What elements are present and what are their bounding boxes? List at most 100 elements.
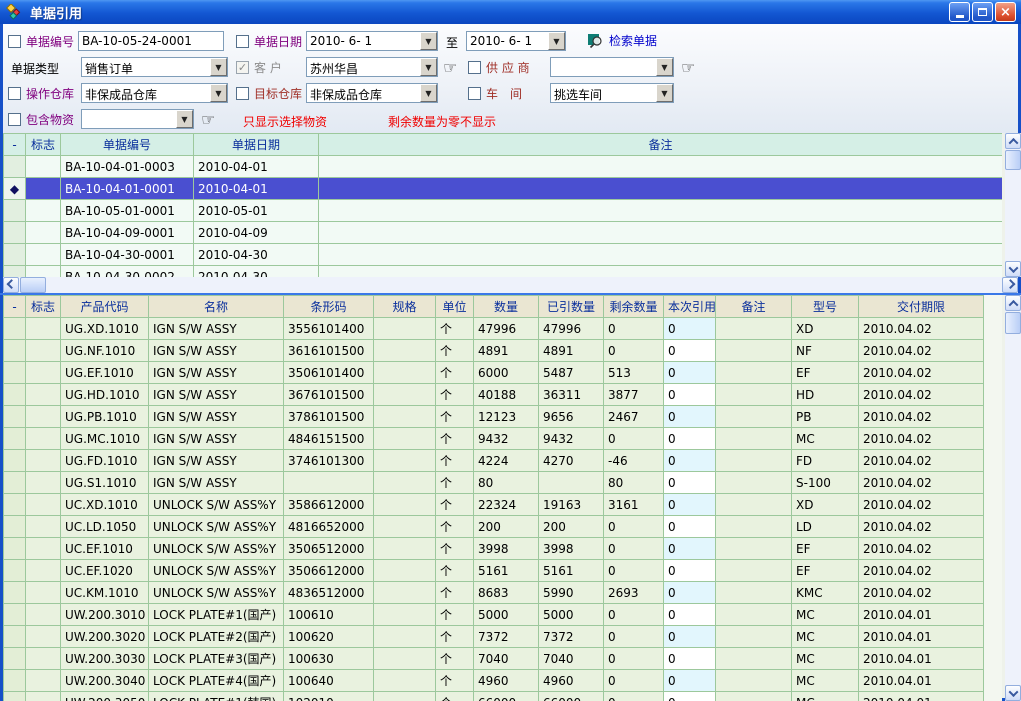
chevron-down-icon[interactable]: ▼ bbox=[210, 84, 227, 102]
current-use-cell[interactable]: 0 bbox=[664, 406, 716, 428]
unit-cell: 个 bbox=[436, 560, 474, 582]
product-row[interactable]: UG.S1.1010IGN S/W ASSY个80800S-1002010.04… bbox=[4, 472, 984, 494]
doc-date-checkbox[interactable] bbox=[236, 35, 249, 48]
document-row[interactable]: ◆BA-10-04-01-00012010-04-01 bbox=[4, 178, 1003, 200]
document-row[interactable]: BA-10-04-09-00012010-04-09 bbox=[4, 222, 1003, 244]
scroll-left-button[interactable] bbox=[3, 277, 19, 293]
spec-cell bbox=[374, 582, 436, 604]
doc-no-input[interactable] bbox=[78, 31, 224, 51]
current-use-cell[interactable]: 0 bbox=[664, 472, 716, 494]
product-row[interactable]: UW.200.3010LOCK PLATE#1(国产)100610个500050… bbox=[4, 604, 984, 626]
supplier-checkbox[interactable] bbox=[468, 61, 481, 74]
product-row[interactable]: UC.LD.1050UNLOCK S/W ASS%Y4816652000个200… bbox=[4, 516, 984, 538]
chevron-down-icon[interactable]: ▼ bbox=[210, 58, 227, 76]
product-row[interactable]: UW.200.3040LOCK PLATE#4(国产)100640个496049… bbox=[4, 670, 984, 692]
chevron-down-icon[interactable]: ▼ bbox=[420, 84, 437, 102]
product-row[interactable]: UG.EF.1010IGN S/W ASSY3506101400个6000548… bbox=[4, 362, 984, 384]
date-to-select[interactable]: 2010- 6- 1 ▼ bbox=[466, 31, 566, 51]
row-marker-cell bbox=[4, 362, 26, 384]
product-row[interactable]: UW.200.3020LOCK PLATE#2(国产)100620个737273… bbox=[4, 626, 984, 648]
scroll-up-button[interactable] bbox=[1005, 133, 1021, 149]
document-row[interactable]: BA-10-04-30-00012010-04-30 bbox=[4, 244, 1003, 266]
supplier-select[interactable]: ▼ bbox=[550, 57, 674, 77]
scroll-down-button[interactable] bbox=[1005, 261, 1021, 277]
current-use-cell[interactable]: 0 bbox=[664, 362, 716, 384]
product-row[interactable]: UC.EF.1020UNLOCK S/W ASS%Y3506612000个516… bbox=[4, 560, 984, 582]
scrollbar-thumb[interactable] bbox=[20, 277, 46, 293]
current-use-cell[interactable]: 0 bbox=[664, 538, 716, 560]
current-use-cell[interactable]: 0 bbox=[664, 648, 716, 670]
hand-pointer-icon[interactable]: ☞ bbox=[681, 60, 695, 76]
customer-select[interactable]: 苏州华昌 ▼ bbox=[306, 57, 438, 77]
model-cell: MC bbox=[792, 648, 859, 670]
flag-cell bbox=[26, 582, 61, 604]
scrollbar-thumb[interactable] bbox=[1005, 150, 1021, 170]
current-use-cell[interactable]: 0 bbox=[664, 692, 716, 701]
include-material-checkbox[interactable] bbox=[8, 113, 21, 126]
chevron-down-icon[interactable]: ▼ bbox=[176, 110, 193, 128]
product-row[interactable]: UW.200.3050LOCK PLATE#1(韩国)102010个660006… bbox=[4, 692, 984, 701]
product-row[interactable]: UC.XD.1010UNLOCK S/W ASS%Y3586612000个223… bbox=[4, 494, 984, 516]
current-use-cell[interactable]: 0 bbox=[664, 670, 716, 692]
chevron-down-icon[interactable]: ▼ bbox=[656, 58, 673, 76]
current-use-cell[interactable]: 0 bbox=[664, 604, 716, 626]
customer-checkbox[interactable] bbox=[236, 61, 249, 74]
include-material-select[interactable]: ▼ bbox=[81, 109, 194, 129]
product-row[interactable]: UG.PB.1010IGN S/W ASSY3786101500个1212396… bbox=[4, 406, 984, 428]
current-use-cell[interactable]: 0 bbox=[664, 340, 716, 362]
product-row[interactable]: UC.KM.1010UNLOCK S/W ASS%Y4836512000个868… bbox=[4, 582, 984, 604]
target-warehouse-checkbox[interactable] bbox=[236, 87, 249, 100]
current-use-cell[interactable]: 0 bbox=[664, 516, 716, 538]
document-row[interactable]: BA-10-05-01-00012010-05-01 bbox=[4, 200, 1003, 222]
chevron-down-icon[interactable]: ▼ bbox=[420, 32, 437, 50]
product-row[interactable]: UG.MC.1010IGN S/W ASSY4846151500个9432943… bbox=[4, 428, 984, 450]
product-row[interactable]: UC.EF.1010UNLOCK S/W ASS%Y3506512000个399… bbox=[4, 538, 984, 560]
chevron-down-icon[interactable]: ▼ bbox=[420, 58, 437, 76]
note-cell bbox=[319, 178, 1003, 200]
op-warehouse-checkbox[interactable] bbox=[8, 87, 21, 100]
product-row[interactable]: UW.200.3030LOCK PLATE#3(国产)100630个704070… bbox=[4, 648, 984, 670]
product-row[interactable]: UG.NF.1010IGN S/W ASSY3616101500个4891489… bbox=[4, 340, 984, 362]
current-use-cell[interactable]: 0 bbox=[664, 494, 716, 516]
deadline-cell: 2010.04.02 bbox=[859, 472, 984, 494]
products-vertical-scrollbar[interactable] bbox=[1005, 295, 1021, 701]
current-use-cell[interactable]: 0 bbox=[664, 582, 716, 604]
current-use-cell[interactable]: 0 bbox=[664, 384, 716, 406]
remaining-qty-cell: 0 bbox=[604, 626, 664, 648]
search-documents-button[interactable]: 检索单据 bbox=[588, 32, 657, 49]
product-row[interactable]: UG.HD.1010IGN S/W ASSY3676101500个4018836… bbox=[4, 384, 984, 406]
note-cell bbox=[319, 200, 1003, 222]
chevron-down-icon[interactable]: ▼ bbox=[548, 32, 565, 50]
date-from-select[interactable]: 2010- 6- 1 ▼ bbox=[306, 31, 438, 51]
barcode-cell: 3586612000 bbox=[284, 494, 374, 516]
hand-pointer-icon[interactable]: ☞ bbox=[443, 60, 457, 76]
hand-pointer-icon[interactable]: ☞ bbox=[201, 112, 215, 128]
doc-type-select[interactable]: 销售订单 ▼ bbox=[81, 57, 228, 77]
document-row[interactable]: BA-10-04-01-00032010-04-01 bbox=[4, 156, 1003, 178]
scroll-down-button[interactable] bbox=[1005, 685, 1021, 701]
close-button[interactable]: × bbox=[995, 2, 1016, 22]
current-use-cell[interactable]: 0 bbox=[664, 428, 716, 450]
documents-vertical-scrollbar[interactable] bbox=[1005, 133, 1021, 277]
maximize-button[interactable] bbox=[972, 2, 993, 22]
doc-no-checkbox[interactable] bbox=[8, 35, 21, 48]
remaining-qty-cell: 0 bbox=[604, 670, 664, 692]
product-row[interactable]: UG.XD.1010IGN S/W ASSY3556101400个4799647… bbox=[4, 318, 984, 340]
product-row[interactable]: UG.FD.1010IGN S/W ASSY3746101300个4224427… bbox=[4, 450, 984, 472]
documents-horizontal-scrollbar[interactable] bbox=[3, 277, 1018, 293]
current-use-cell[interactable]: 0 bbox=[664, 626, 716, 648]
scrollbar-thumb[interactable] bbox=[1005, 312, 1021, 334]
scroll-right-button[interactable] bbox=[1002, 277, 1018, 293]
current-use-cell[interactable]: 0 bbox=[664, 560, 716, 582]
chevron-down-icon[interactable]: ▼ bbox=[656, 84, 673, 102]
qty-cell: 4960 bbox=[474, 670, 539, 692]
minimize-button[interactable] bbox=[949, 2, 970, 22]
document-row[interactable]: BA-10-04-30-00022010-04-30 bbox=[4, 266, 1003, 278]
op-warehouse-select[interactable]: 非保成品仓库 ▼ bbox=[81, 83, 228, 103]
current-use-cell[interactable]: 0 bbox=[664, 450, 716, 472]
workshop-checkbox[interactable] bbox=[468, 87, 481, 100]
current-use-cell[interactable]: 0 bbox=[664, 318, 716, 340]
workshop-select[interactable]: 挑选车间 ▼ bbox=[550, 83, 674, 103]
scroll-up-button[interactable] bbox=[1005, 295, 1021, 311]
target-warehouse-select[interactable]: 非保成品仓库 ▼ bbox=[306, 83, 438, 103]
